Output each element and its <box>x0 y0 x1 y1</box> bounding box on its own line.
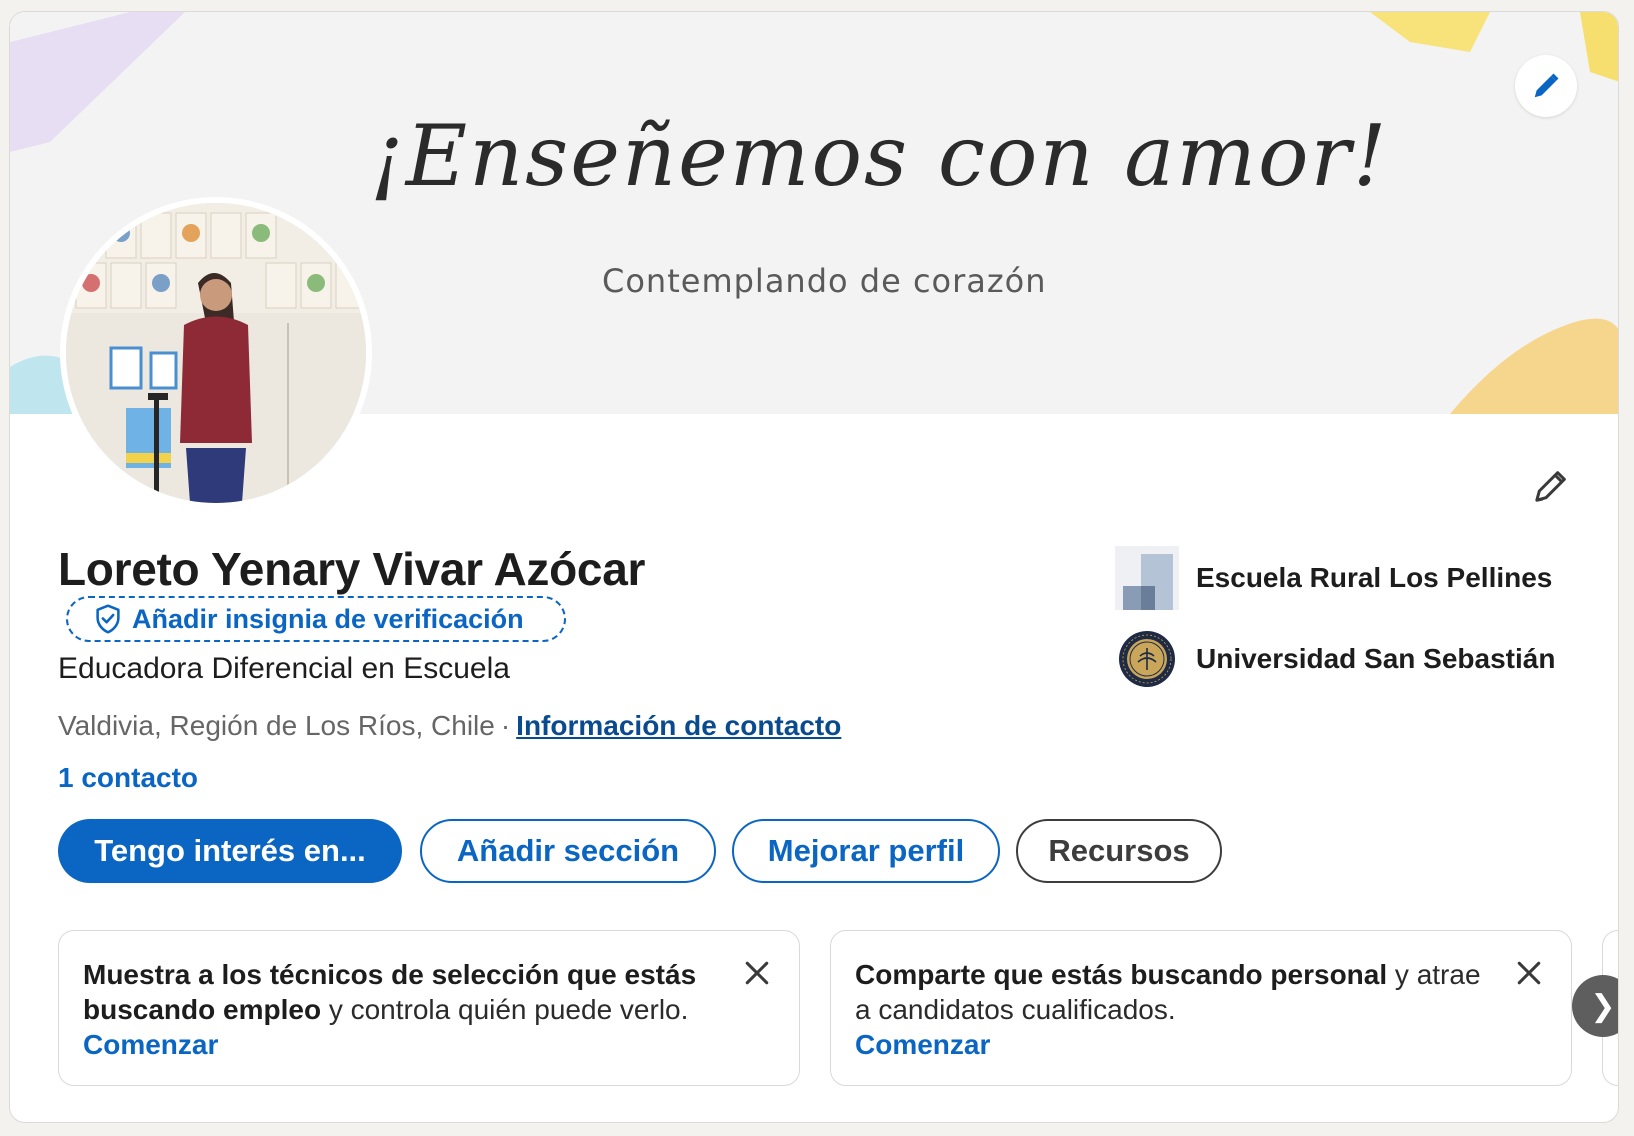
edit-intro-button[interactable] <box>1525 460 1577 512</box>
promo-rest-text: y controla quién puede verlo. <box>321 994 689 1025</box>
open-to-work-promo-card: Muestra a los técnicos de selección que … <box>58 930 800 1086</box>
promo-start-link[interactable]: Comenzar <box>855 1027 1547 1062</box>
profile-name: Loreto Yenary Vivar Azócar <box>58 543 646 595</box>
company-logo-placeholder <box>1114 545 1180 611</box>
profile-headline: Educadora Diferencial en Escuela <box>58 652 510 685</box>
promo-bold-text: Comparte que estás buscando personal <box>855 959 1388 990</box>
carousel-next-button[interactable]: ❯ <box>1572 975 1618 1037</box>
profile-photo-image <box>66 203 366 503</box>
university-name: Universidad San Sebastián <box>1196 643 1556 674</box>
add-verification-badge-button[interactable]: Añadir insignia de verificación <box>66 596 566 642</box>
shield-check-icon <box>94 604 122 634</box>
avatar <box>66 203 366 503</box>
enhance-profile-button[interactable]: Mejorar perfil <box>732 819 1000 883</box>
separator-dot: · <box>500 710 511 741</box>
verification-label: Añadir insignia de verificación <box>132 603 524 634</box>
profile-photo[interactable] <box>60 197 372 509</box>
chevron-right-icon: ❯ <box>1590 989 1616 1023</box>
banner-subtext: Contemplando de corazón <box>602 262 1047 300</box>
open-to-button[interactable]: Tengo interés en... <box>58 819 402 883</box>
hiring-promo-card: Comparte que estás buscando personal y a… <box>830 930 1572 1086</box>
contact-info-link[interactable]: Información de contacto <box>516 710 841 741</box>
close-icon <box>1517 961 1541 985</box>
add-section-button[interactable]: Añadir sección <box>420 819 716 883</box>
company-name: Escuela Rural Los Pellines <box>1196 562 1553 593</box>
dismiss-promo-button[interactable] <box>1511 955 1547 991</box>
profile-location: Valdivia, Región de Los Ríos, Chile <box>58 710 495 741</box>
education-link[interactable]: Universidad San Sebastián <box>1114 626 1555 692</box>
promo-start-link[interactable]: Comenzar <box>83 1027 775 1062</box>
promo-text: Muestra a los técnicos de selección que … <box>83 957 775 1027</box>
resources-button[interactable]: Recursos <box>1016 819 1222 883</box>
close-icon <box>745 961 769 985</box>
edit-banner-button[interactable] <box>1515 55 1577 117</box>
university-seal-logo <box>1114 626 1180 692</box>
dismiss-promo-button[interactable] <box>739 955 775 991</box>
banner-headline: ¡Enseñemos con amor! <box>370 107 1389 205</box>
profile-card: ¡Enseñemos con amor! Contemplando de cor… <box>9 11 1619 1123</box>
connections-link[interactable]: 1 contacto <box>58 762 198 794</box>
current-company-link[interactable]: Escuela Rural Los Pellines <box>1114 545 1552 611</box>
location-row: Valdivia, Región de Los Ríos, Chile · Info… <box>58 710 841 742</box>
pencil-icon <box>1534 73 1559 98</box>
pencil-icon <box>1535 471 1566 502</box>
promo-text: Comparte que estás buscando personal y a… <box>855 957 1547 1027</box>
